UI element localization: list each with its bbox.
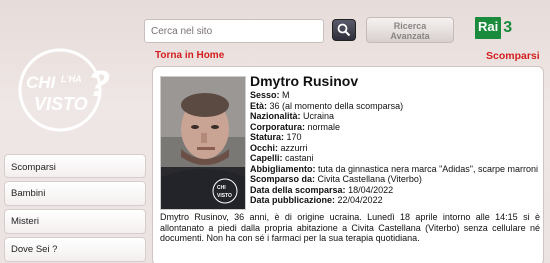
detail-label: Statura: xyxy=(250,132,285,142)
detail-row: Età: 36 (al momento della scomparsa) xyxy=(250,101,540,112)
person-portrait: CHI VISTO xyxy=(161,77,245,209)
detail-row: Statura: 170 xyxy=(250,132,540,143)
detail-row: Abbigliamento: tuta da ginnastica nera m… xyxy=(250,164,540,175)
detail-label: Data pubblicazione: xyxy=(250,195,336,205)
detail-row: Data pubblicazione: 22/04/2022 xyxy=(250,195,540,206)
sidebar-item-bambini[interactable]: Bambini xyxy=(4,181,146,206)
detail-value: 36 (al momento della scomparsa) xyxy=(269,100,404,111)
advanced-search-label-1: Ricerca xyxy=(393,21,427,31)
detail-value: Civita Castellana (Viterbo) xyxy=(317,174,422,184)
search-input[interactable] xyxy=(144,19,324,43)
detail-label: Sesso: xyxy=(250,90,280,100)
svg-text:CHI: CHI xyxy=(26,73,57,92)
rai3-logo[interactable]: Rai 3 xyxy=(475,16,525,40)
detail-value: azzurri xyxy=(280,142,308,153)
detail-label: Corporatura: xyxy=(250,121,306,132)
detail-value: tuta da ginnastica nera marca "Adidas", … xyxy=(318,163,539,174)
detail-value: M xyxy=(282,90,290,100)
detail-row: Nazionalità: Ucraina xyxy=(250,111,540,122)
sidebar-menu: Scomparsi Bambini Misteri Dove Sei ? xyxy=(4,154,146,263)
sidebar-item-misteri[interactable]: Misteri xyxy=(4,209,146,234)
detail-value: normale xyxy=(307,121,341,132)
rai-label: Rai xyxy=(475,17,502,39)
person-photo: CHI VISTO xyxy=(160,76,246,210)
person-details: Sesso: M Età: 36 (al momento della scompa… xyxy=(250,90,540,206)
detail-row: Capelli: castani xyxy=(250,153,540,164)
search-button[interactable] xyxy=(332,19,356,41)
detail-value: Ucraina xyxy=(303,111,335,121)
svg-text:CHI: CHI xyxy=(217,185,226,191)
search-icon xyxy=(337,23,351,37)
detail-value: 170 xyxy=(286,132,302,142)
person-description: Dmytro Rusinov, 36 anni, è di origine uc… xyxy=(160,212,540,243)
svg-text:VISTO: VISTO xyxy=(34,94,88,114)
detail-label: Occhi: xyxy=(250,142,279,153)
svg-text:VISTO: VISTO xyxy=(217,193,232,199)
person-name: Dmytro Rusinov xyxy=(250,73,359,89)
logo-graphic: CHI L'HA VISTO ? xyxy=(18,48,110,132)
detail-label: Nazionalità: xyxy=(250,111,301,121)
advanced-search-button[interactable]: Ricerca Avanzata xyxy=(366,17,454,43)
detail-label: Abbigliamento: xyxy=(250,163,316,174)
detail-label: Capelli: xyxy=(250,153,283,163)
rai-channel-number: 3 xyxy=(503,19,513,36)
detail-value: 22/04/2022 xyxy=(337,195,383,205)
detail-row: Corporatura: normale xyxy=(250,122,540,133)
back-to-home-link[interactable]: Torna in Home xyxy=(155,50,224,61)
detail-row: Data della scomparsa: 18/04/2022 xyxy=(250,185,540,196)
detail-row: Sesso: M xyxy=(250,90,540,101)
sidebar-item-dove-sei[interactable]: Dove Sei ? xyxy=(4,237,146,262)
section-title: Scomparsi xyxy=(486,50,540,62)
detail-label: Data della scomparsa: xyxy=(250,184,346,195)
chi-lha-visto-logo[interactable]: CHI L'HA VISTO ? xyxy=(8,30,118,140)
advanced-search-label-2: Avanzata xyxy=(390,31,430,41)
detail-label: Età: xyxy=(250,100,268,111)
sidebar-item-scomparsi[interactable]: Scomparsi xyxy=(4,154,146,178)
detail-row: Scomparso da: Civita Castellana (Viterbo… xyxy=(250,174,540,185)
svg-text:?: ? xyxy=(88,63,110,104)
detail-value: castani xyxy=(285,153,314,163)
detail-row: Occhi: azzurri xyxy=(250,143,540,154)
detail-value: 18/04/2022 xyxy=(348,184,394,195)
svg-text:L'HA: L'HA xyxy=(61,74,82,84)
detail-label: Scomparso da: xyxy=(250,174,316,184)
